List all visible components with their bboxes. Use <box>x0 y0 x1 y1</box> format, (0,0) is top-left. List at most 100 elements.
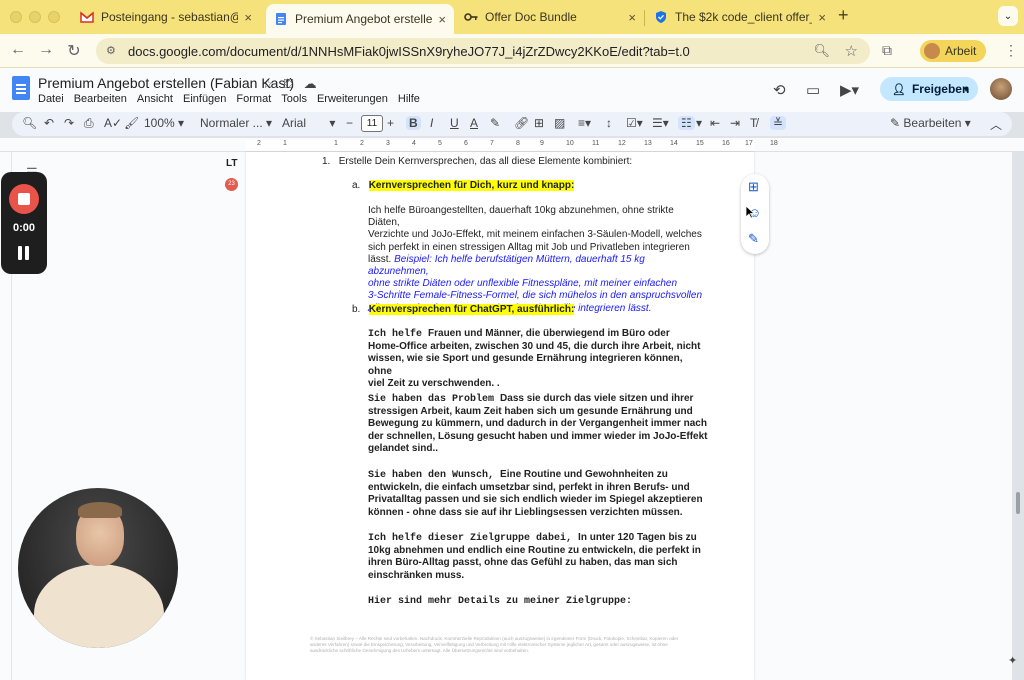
print-icon[interactable]: ⎙ <box>84 116 94 131</box>
spellcheck-icon[interactable]: A✓ <box>104 116 122 130</box>
vertical-scrollbar[interactable] <box>1015 152 1021 680</box>
underline-icon[interactable]: U <box>450 116 459 130</box>
share-button[interactable]: 👤︎ Freigeben ▼ <box>880 77 978 101</box>
line-spacing-icon[interactable]: ↕ <box>606 116 612 130</box>
webcam-person-body <box>34 564 164 648</box>
numbered-list-icon[interactable]: ☷ <box>678 116 695 130</box>
font-size-input[interactable]: 11 <box>361 115 383 132</box>
add-comment-icon[interactable]: ⊞ <box>534 116 544 130</box>
increase-indent-icon[interactable]: ⇥ <box>730 116 740 130</box>
undo-icon[interactable]: ↶ <box>44 116 54 130</box>
insert-image-icon[interactable]: ▨ <box>554 116 565 130</box>
shield-icon <box>654 10 668 24</box>
search-menus-icon[interactable]: 🔍︎ <box>22 116 37 130</box>
ruler-number: 6 <box>464 140 468 147</box>
meet-video-icon[interactable]: ▶▾ <box>840 81 859 99</box>
browser-tab-gmail[interactable]: Posteingang - sebastian@sie × <box>72 4 260 30</box>
list-item-a[interactable]: a. Kernversprechen für Dich, kurz und kn… <box>352 180 575 192</box>
site-info-icon[interactable]: ⚙ <box>106 44 120 58</box>
close-tab-icon[interactable]: × <box>244 10 252 25</box>
new-tab-button[interactable]: + <box>838 5 849 26</box>
menu-extensions[interactable]: Erweiterungen <box>317 93 394 105</box>
share-label: Freigeben <box>911 82 970 96</box>
explore-sparkle-icon[interactable]: ✦ <box>1008 654 1024 672</box>
pause-recording-icon[interactable] <box>18 246 30 260</box>
language-tool-icon[interactable]: ≚ <box>770 116 787 130</box>
back-arrow-icon[interactable]: ← <box>8 41 28 59</box>
zoom-select[interactable]: 100% ▾ <box>144 116 184 130</box>
paragraph-details[interactable]: Hier sind mehr Details zu meiner Zielgru… <box>368 595 632 608</box>
scrollbar-thumb[interactable] <box>1016 492 1020 514</box>
extensions-puzzle-icon[interactable]: ⧉ <box>882 42 892 59</box>
menu-help[interactable]: Hilfe <box>398 93 426 105</box>
menu-format[interactable]: Format <box>236 93 277 105</box>
menu-edit[interactable]: Bearbeiten <box>74 93 133 105</box>
maximize-window-button[interactable] <box>48 11 60 23</box>
move-folder-icon[interactable]: ⛋ <box>284 76 294 92</box>
paragraph-help[interactable]: Ich helfe dieser Zielgruppe dabei, In un… <box>368 532 708 582</box>
text-color-icon[interactable]: A <box>470 116 478 130</box>
increase-font-size-icon[interactable]: + <box>387 116 394 130</box>
editing-mode-select[interactable]: ✎ Bearbeiten ▾ <box>890 116 971 130</box>
bold-icon[interactable]: B <box>406 116 421 130</box>
menu-view[interactable]: Ansicht <box>137 93 179 105</box>
numbered-list-caret-icon[interactable]: ▾ <box>696 116 702 130</box>
paragraph-wish[interactable]: Sie haben den Wunsch, Eine Routine und G… <box>368 469 708 519</box>
style-select[interactable]: Normaler ... ▾ <box>200 116 272 130</box>
paint-format-icon[interactable]: 🖌︎ <box>124 116 139 130</box>
close-tab-icon[interactable]: × <box>628 10 636 25</box>
minimize-window-button[interactable] <box>29 11 41 23</box>
menu-insert[interactable]: Einfügen <box>183 93 232 105</box>
add-comment-icon[interactable]: ⊞ <box>748 179 759 195</box>
reload-icon[interactable]: ↻ <box>64 41 84 61</box>
browser-tab-offer-doc[interactable]: Offer Doc Bundle × <box>456 4 644 30</box>
star-icon[interactable]: ☆ <box>262 76 274 92</box>
checklist-icon[interactable]: ☑▾ <box>626 116 643 130</box>
share-caret-icon[interactable]: ▼ <box>962 85 970 94</box>
menu-file[interactable]: Datei <box>38 93 70 105</box>
highlighted-heading: Kernversprechen für ChatGPT, ausführlich… <box>368 304 575 315</box>
document-title[interactable]: Premium Angebot erstellen (Fabian Kast) <box>38 75 294 91</box>
paragraph-a-body[interactable]: Ich helfe Büroangestellten, dauerhaft 10… <box>368 205 708 315</box>
tab-search-chevron-icon[interactable]: ⌄ <box>998 6 1018 26</box>
browser-tab-docs[interactable]: Premium Angebot erstellen (F × <box>266 4 454 34</box>
webcam-bubble[interactable] <box>18 488 178 648</box>
zoom-magnifier-icon[interactable]: 🔍︎ <box>813 43 830 59</box>
bookmark-star-icon[interactable]: ☆ <box>845 42 858 60</box>
suggest-edits-icon[interactable]: ✎ <box>748 231 759 247</box>
insert-link-icon[interactable]: 🔗︎ <box>514 116 529 130</box>
profile-chip[interactable]: Arbeit <box>920 40 987 62</box>
hide-menus-chevron-icon[interactable]: ︿ <box>990 116 1002 133</box>
font-select[interactable]: Arial ▾ <box>282 116 335 130</box>
user-avatar[interactable] <box>990 78 1012 100</box>
bulleted-list-icon[interactable]: ☰▾ <box>652 116 669 130</box>
list-item-1[interactable]: 1. Erstelle Dein Kernversprechen, das al… <box>322 156 632 168</box>
close-tab-icon[interactable]: × <box>438 12 446 27</box>
paragraph-problem[interactable]: Sie haben das Problem Dass sie durch das… <box>368 393 708 455</box>
comments-icon[interactable]: ▭ <box>806 81 820 99</box>
forward-arrow-icon[interactable]: → <box>36 41 56 59</box>
decrease-font-size-icon[interactable]: − <box>346 116 353 130</box>
close-tab-icon[interactable]: × <box>818 10 826 25</box>
text-line: einschränken muss. <box>368 569 465 581</box>
grammar-issues-badge[interactable]: 23 <box>225 178 238 191</box>
profile-avatar <box>924 43 940 59</box>
language-tool-side-icon[interactable]: LT <box>226 158 237 169</box>
docs-logo-icon[interactable] <box>12 76 30 100</box>
highlight-color-icon[interactable]: ✎ <box>490 116 500 130</box>
clear-formatting-icon[interactable]: T̸ <box>750 116 757 130</box>
menu-tools[interactable]: Tools <box>281 93 313 105</box>
version-history-icon[interactable]: ⟲ <box>773 81 786 99</box>
stop-recording-button[interactable] <box>9 184 39 214</box>
browser-menu-kebab-icon[interactable]: ⋮ <box>1004 42 1018 59</box>
url-omnibox[interactable]: ⚙ docs.google.com/document/d/1NNHsMFiak0… <box>96 38 870 64</box>
paragraph-target-group[interactable]: Ich helfe Frauen und Männer, die überwie… <box>368 328 708 390</box>
browser-tab-client-offer[interactable]: The $2k code_client offer_st × <box>646 4 834 30</box>
decrease-indent-icon[interactable]: ⇤ <box>710 116 720 130</box>
italic-icon[interactable]: I <box>430 116 433 130</box>
list-item-b[interactable]: b. Kernversprechen für ChatGPT, ausführl… <box>352 304 575 316</box>
cloud-status-icon[interactable]: ☁ <box>304 76 317 92</box>
close-window-button[interactable] <box>10 11 22 23</box>
align-icon[interactable]: ≡▾ <box>578 116 591 130</box>
redo-icon[interactable]: ↷ <box>64 116 74 130</box>
